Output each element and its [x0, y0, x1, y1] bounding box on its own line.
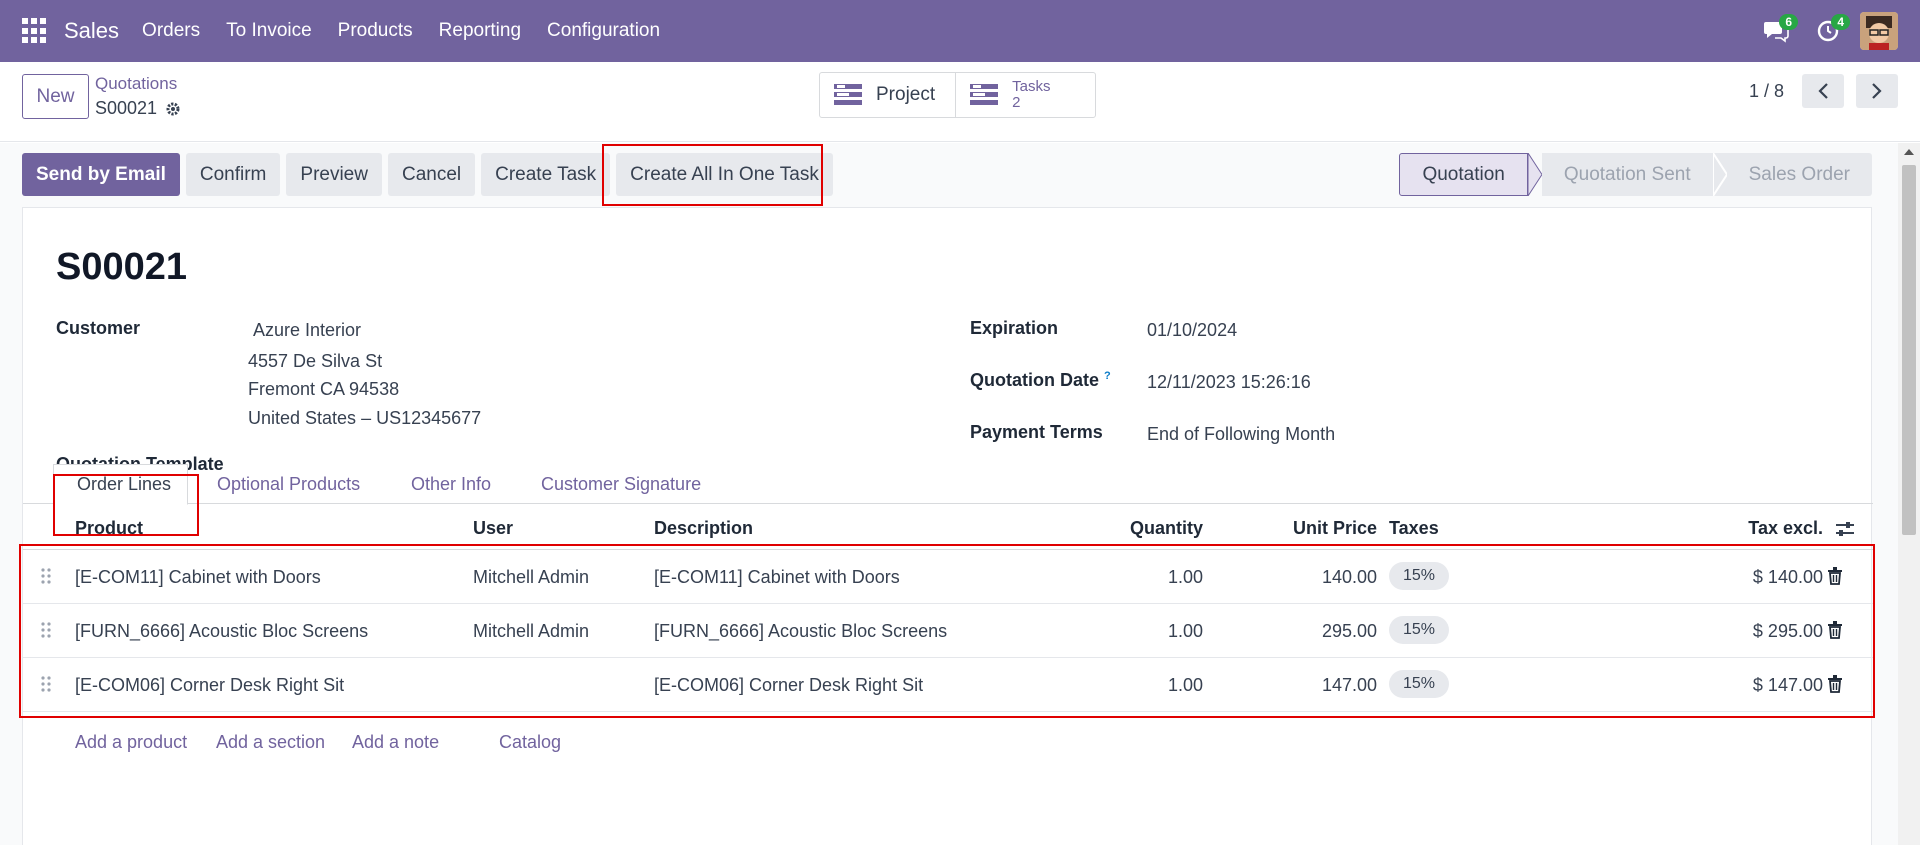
top-navbar: Sales Orders To Invoice Products Reporti…	[0, 0, 1920, 62]
form-sheet: S00021 Customer Azure Interior 4557 De S…	[19, 207, 1875, 845]
smart-buttons: Project Tasks 2	[819, 72, 1097, 118]
add-section-link[interactable]: Add a section	[216, 732, 325, 753]
catalog-link[interactable]: Catalog	[499, 732, 561, 753]
project-label: Project	[876, 84, 936, 105]
cancel-button[interactable]: Cancel	[387, 153, 476, 196]
customer-address-line-1: 4557 De Silva St	[248, 351, 383, 371]
breadcrumb-quotations[interactable]: Quotations	[95, 74, 177, 94]
form-content: Send by Email Confirm Preview Cancel Cre…	[0, 143, 1898, 845]
tab-other-info[interactable]: Other Info	[411, 474, 491, 495]
chat-icon[interactable]: 6	[1756, 11, 1798, 51]
stage-quotation-sent[interactable]: Quotation Sent	[1541, 153, 1713, 196]
chevron-right-icon	[1872, 83, 1882, 99]
status-stages: Quotation Quotation Sent Sales Order	[1399, 153, 1872, 196]
column-settings-icon[interactable]	[1835, 520, 1855, 538]
customer-label: Customer	[56, 318, 141, 338]
project-icon	[834, 84, 862, 105]
col-description[interactable]: Description	[654, 518, 753, 539]
quotation-date-label: Quotation Date ?	[970, 370, 1111, 391]
tab-customer-signature[interactable]: Customer Signature	[541, 474, 701, 495]
scroll-up-arrow-icon[interactable]	[1904, 149, 1914, 155]
record-name-text: S00021	[95, 98, 158, 118]
stage-arrow-icon	[1712, 153, 1727, 196]
pager-value[interactable]: 1 / 8	[1749, 81, 1784, 102]
quotation-date-value[interactable]: 12/11/2023 15:26:16	[1147, 372, 1311, 393]
payment-terms-value[interactable]: End of Following Month	[1147, 424, 1335, 445]
chevron-left-icon	[1818, 83, 1828, 99]
expiration-value[interactable]: 01/10/2024	[1147, 320, 1237, 341]
create-task-button[interactable]: Create Task	[481, 153, 611, 196]
customer-address-line-3: United States – US12345677	[248, 408, 482, 428]
menu-reporting[interactable]: Reporting	[426, 20, 534, 42]
activity-count-badge: 4	[1831, 14, 1850, 30]
payment-terms-label: Payment Terms	[970, 422, 1103, 442]
expiration-label: Expiration	[970, 318, 1059, 338]
stage-sales-order[interactable]: Sales Order	[1726, 153, 1872, 196]
customer-name[interactable]: Azure Interior	[253, 320, 361, 341]
control-panel: New Quotations S00021 Project Tasks 2 1 …	[0, 62, 1920, 142]
stage-arrow-icon	[1527, 153, 1542, 196]
tasks-count: 2	[1012, 94, 1021, 111]
stage-quotation[interactable]: Quotation	[1399, 153, 1528, 196]
scrollbar-thumb[interactable]	[1902, 165, 1916, 535]
record-title: S00021	[56, 246, 188, 288]
notebook-tabs: Order Lines Optional Products Other Info…	[23, 456, 1873, 505]
gear-icon[interactable]	[165, 101, 181, 117]
help-tooltip-icon[interactable]: ?	[1104, 370, 1111, 382]
pager-next-button[interactable]	[1856, 74, 1898, 108]
chat-count-badge: 6	[1779, 14, 1798, 30]
send-by-email-button[interactable]: Send by Email	[22, 153, 180, 196]
menu-orders[interactable]: Orders	[129, 20, 213, 42]
col-user[interactable]: User	[473, 518, 513, 539]
vertical-scrollbar[interactable]	[1898, 143, 1920, 845]
pager: 1 / 8	[1749, 74, 1898, 108]
menu-products[interactable]: Products	[325, 20, 426, 42]
tasks-label: Tasks	[1012, 78, 1051, 95]
record-name: S00021	[95, 98, 181, 119]
tasks-icon	[970, 84, 999, 105]
add-note-link[interactable]: Add a note	[352, 732, 439, 753]
highlight-create-all-button	[602, 144, 823, 206]
activity-clock-icon[interactable]: 4	[1808, 11, 1850, 51]
app-name[interactable]: Sales	[64, 18, 119, 44]
user-avatar[interactable]	[1860, 12, 1898, 50]
project-smart-button[interactable]: Project	[820, 73, 955, 117]
tasks-smart-button[interactable]: Tasks 2	[955, 73, 1095, 117]
pager-previous-button[interactable]	[1802, 74, 1844, 108]
preview-button[interactable]: Preview	[286, 153, 382, 196]
add-product-link[interactable]: Add a product	[75, 732, 187, 753]
menu-configuration[interactable]: Configuration	[534, 20, 673, 42]
col-product[interactable]: Product	[75, 518, 143, 539]
confirm-button[interactable]: Confirm	[185, 153, 281, 196]
col-tax-excl[interactable]: Tax excl.	[1623, 518, 1823, 539]
col-quantity[interactable]: Quantity	[1053, 518, 1203, 539]
tab-optional-products[interactable]: Optional Products	[217, 474, 360, 495]
app-grid-icon[interactable]	[22, 18, 48, 44]
menu-to-invoice[interactable]: To Invoice	[213, 20, 325, 42]
col-taxes[interactable]: Taxes	[1389, 518, 1439, 539]
quotation-date-label-text: Quotation Date	[970, 370, 1099, 390]
col-unit-price[interactable]: Unit Price	[1223, 518, 1377, 539]
new-button[interactable]: New	[22, 74, 89, 119]
highlight-order-lines	[19, 544, 1875, 718]
customer-address-line-2: Fremont CA 94538	[248, 379, 400, 399]
